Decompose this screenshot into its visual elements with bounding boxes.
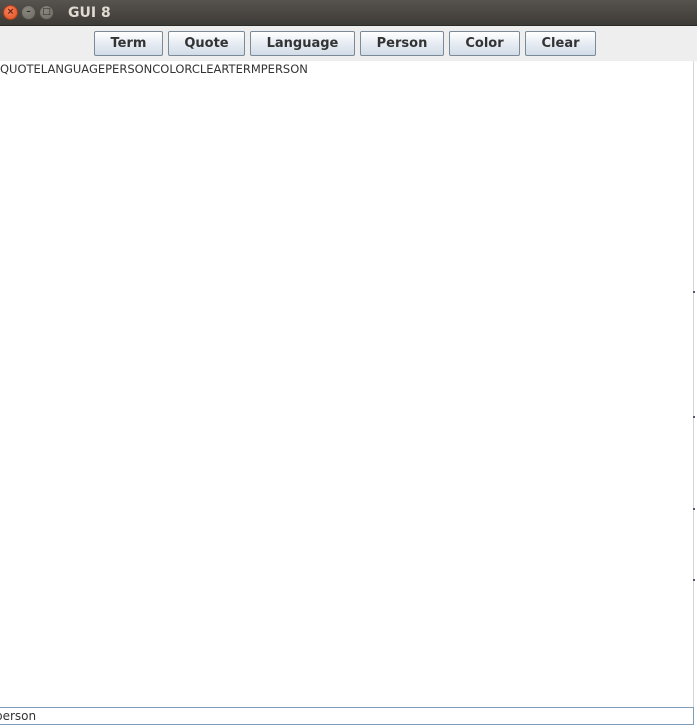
edge-tick xyxy=(693,416,695,418)
text-input[interactable]: person xyxy=(0,707,694,725)
language-button[interactable]: Language xyxy=(250,31,355,56)
window-title: GUI 8 xyxy=(68,5,111,21)
button-toolbar: Term Quote Language Person Color Clear xyxy=(0,26,697,61)
color-button[interactable]: Color xyxy=(449,31,520,56)
maximize-window-icon[interactable]: □ xyxy=(39,5,54,20)
right-border xyxy=(693,61,694,707)
output-text: QUOTELANGUAGEPERSONCOLORCLEARTERMPERSON xyxy=(0,62,308,76)
minimize-window-icon[interactable]: – xyxy=(21,5,36,20)
edge-tick xyxy=(693,291,695,293)
clear-button[interactable]: Clear xyxy=(525,31,596,56)
term-button[interactable]: Term xyxy=(94,31,163,56)
text-input-value: person xyxy=(0,709,37,723)
person-button[interactable]: Person xyxy=(360,31,444,56)
edge-tick xyxy=(693,508,695,510)
output-area[interactable]: QUOTELANGUAGEPERSONCOLORCLEARTERMPERSON xyxy=(0,61,697,707)
quote-button[interactable]: Quote xyxy=(168,31,245,56)
close-window-icon[interactable]: × xyxy=(3,5,18,20)
app-window: × – □ GUI 8 Term Quote Language Person C… xyxy=(0,0,697,726)
title-bar: × – □ GUI 8 xyxy=(0,0,697,26)
edge-tick xyxy=(693,579,695,581)
